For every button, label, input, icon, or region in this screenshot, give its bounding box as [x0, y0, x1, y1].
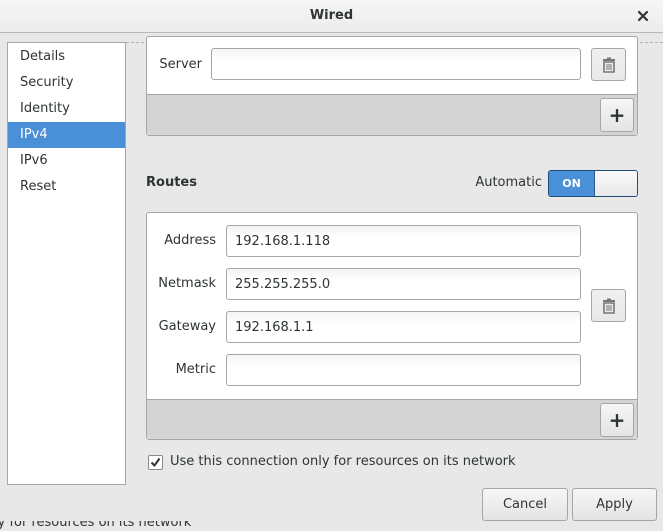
- automatic-routes-switch[interactable]: ON: [548, 170, 638, 197]
- background-window-text: ly for resources on its network: [0, 521, 300, 531]
- cancel-button[interactable]: Cancel: [482, 488, 568, 521]
- sidebar-item-security[interactable]: Security: [8, 70, 125, 96]
- address-label: Address: [164, 233, 216, 248]
- routes-title: Routes: [146, 175, 197, 190]
- server-input[interactable]: [211, 48, 581, 80]
- background-text: ly for resources on its network: [0, 521, 192, 530]
- add-route-button[interactable]: +: [600, 403, 634, 437]
- sidebar-item-details[interactable]: Details: [8, 44, 125, 70]
- trash-icon: [602, 298, 615, 314]
- title-bar: Wired: [0, 0, 663, 33]
- apply-button[interactable]: Apply: [572, 488, 657, 521]
- netmask-label: Netmask: [158, 276, 216, 291]
- add-server-button[interactable]: +: [600, 98, 634, 132]
- plus-icon: +: [608, 103, 626, 127]
- routes-list-footer: [147, 399, 637, 439]
- switch-knob[interactable]: [594, 171, 637, 196]
- gateway-label: Gateway: [158, 319, 216, 334]
- sidebar: Details Security Identity IPv4 IPv6 Rese…: [7, 42, 126, 485]
- metric-input[interactable]: [226, 354, 581, 386]
- address-input[interactable]: [226, 225, 581, 257]
- delete-route-button[interactable]: [591, 289, 626, 322]
- close-icon: [637, 10, 649, 22]
- close-button[interactable]: [635, 7, 651, 25]
- server-label: Server: [159, 57, 202, 72]
- automatic-label: Automatic: [475, 175, 542, 190]
- trash-icon: [602, 57, 615, 73]
- sidebar-item-ipv4[interactable]: IPv4: [8, 122, 125, 148]
- plus-icon: +: [608, 408, 626, 432]
- sidebar-item-identity[interactable]: Identity: [8, 96, 125, 122]
- metric-label: Metric: [175, 362, 216, 377]
- gateway-input[interactable]: [226, 311, 581, 343]
- sidebar-item-reset[interactable]: Reset: [8, 174, 125, 200]
- delete-server-button[interactable]: [591, 48, 626, 81]
- only-local-resources-checkbox[interactable]: [148, 455, 163, 470]
- checkmark-icon: [150, 457, 161, 468]
- dns-list-footer: [147, 94, 637, 135]
- sidebar-item-ipv6[interactable]: IPv6: [8, 148, 125, 174]
- only-local-resources-label[interactable]: Use this connection only for resources o…: [170, 454, 516, 469]
- switch-on-label: ON: [549, 171, 594, 196]
- netmask-input[interactable]: [226, 268, 581, 300]
- window-title: Wired: [309, 8, 354, 23]
